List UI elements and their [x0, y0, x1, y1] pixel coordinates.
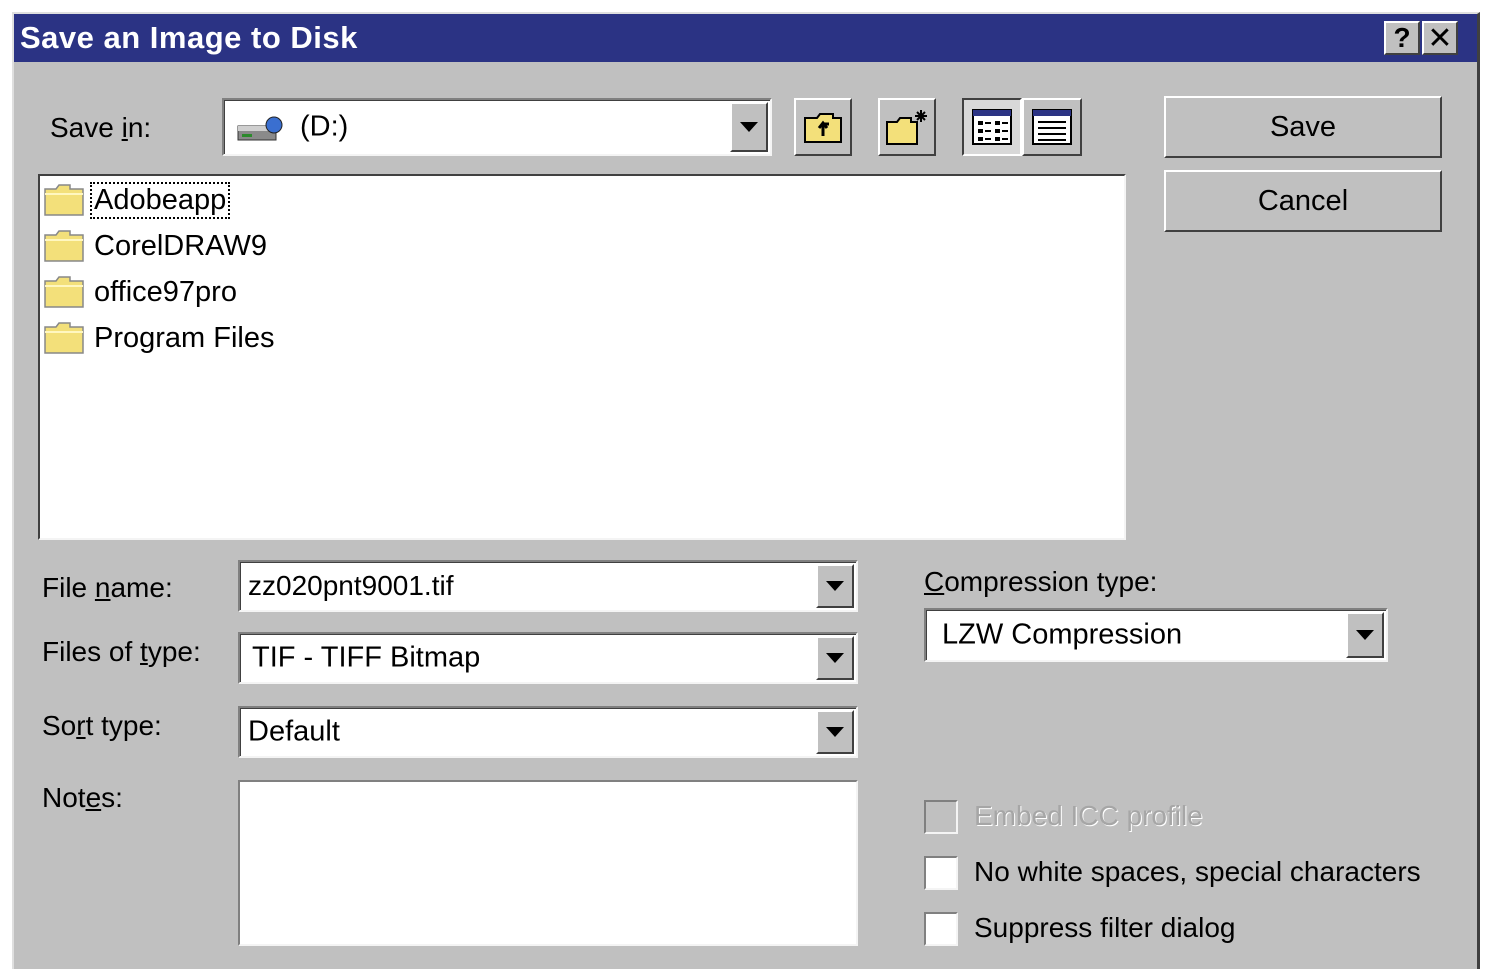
embed-icc-profile-checkbox[interactable]: [924, 800, 958, 834]
list-item[interactable]: office97pro: [44, 272, 239, 312]
list-item[interactable]: Program Files: [44, 318, 277, 358]
sort-type-value: Default: [248, 715, 340, 748]
list-item[interactable]: Adobeapp: [44, 180, 231, 220]
compression-type-label: Compression type:: [924, 566, 1158, 597]
compression-type-combo[interactable]: LZW Compression: [924, 608, 1388, 662]
compression-type-value: LZW Compression: [942, 618, 1183, 651]
folder-name: Program Files: [94, 321, 275, 354]
folder-name: office97pro: [94, 275, 237, 308]
file-name-input[interactable]: zz020pnt9001.tif: [248, 570, 454, 602]
sort-type-label: Sort type:: [42, 710, 162, 741]
folder-icon: [44, 322, 84, 354]
close-button[interactable]: ✕: [1422, 21, 1458, 55]
cancel-button[interactable]: Cancel: [1164, 170, 1442, 232]
details-view-icon: [1032, 109, 1072, 145]
details-view-button[interactable]: [1022, 98, 1082, 156]
file-list[interactable]: Adobeapp CorelDRAW9 office97pro Program …: [38, 174, 1126, 540]
chevron-down-icon: [826, 581, 844, 591]
chevron-down-icon: [826, 727, 844, 737]
file-name-dropdown-button[interactable]: [816, 564, 854, 608]
save-in-label: Save in:: [50, 112, 152, 143]
save-in-value: (D:): [300, 110, 349, 143]
notes-label: Notes:: [42, 782, 123, 813]
file-name-combo[interactable]: zz020pnt9001.tif: [238, 560, 858, 612]
list-view-button[interactable]: [962, 98, 1022, 156]
folder-name: CorelDRAW9: [94, 229, 267, 262]
chevron-down-icon: [826, 653, 844, 663]
folder-icon: [44, 184, 84, 216]
new-folder-icon: [886, 110, 927, 145]
embed-icc-profile-label: Embed ICC profile: [974, 800, 1203, 831]
sort-type-combo[interactable]: Default: [238, 706, 858, 758]
title-bar[interactable]: Save an Image to Disk ? ✕: [14, 14, 1477, 62]
no-white-spaces-checkbox[interactable]: [924, 856, 958, 890]
drive-icon: [236, 116, 284, 149]
chevron-down-icon: [1356, 630, 1374, 640]
compression-dropdown-button[interactable]: [1346, 612, 1384, 658]
no-white-spaces-label: No white spaces, special characters: [974, 856, 1421, 887]
up-one-level-button[interactable]: [794, 98, 852, 156]
help-icon: ?: [1393, 22, 1411, 53]
files-of-type-dropdown-button[interactable]: [816, 636, 854, 680]
list-item[interactable]: CorelDRAW9: [44, 226, 269, 266]
suppress-filter-dialog-label: Suppress filter dialog: [974, 912, 1236, 943]
folder-icon: [44, 230, 84, 262]
save-in-dropdown-button[interactable]: [730, 102, 768, 152]
folder-name: Adobeapp: [89, 181, 231, 219]
folder-icon: [44, 276, 84, 308]
chevron-down-icon: [740, 122, 758, 132]
notes-textarea[interactable]: [238, 780, 858, 946]
save-button[interactable]: Save: [1164, 96, 1442, 158]
file-name-label: File name:: [42, 572, 173, 603]
list-view-icon: [972, 109, 1012, 145]
files-of-type-combo[interactable]: TIF - TIFF Bitmap: [238, 632, 858, 684]
close-icon: ✕: [1427, 21, 1453, 55]
files-of-type-value: TIF - TIFF Bitmap: [252, 641, 481, 674]
files-of-type-label: Files of type:: [42, 636, 201, 667]
save-image-dialog: Save an Image to Disk ? ✕ Save in: (D:): [12, 12, 1480, 969]
new-folder-button[interactable]: [878, 98, 936, 156]
dialog-title: Save an Image to Disk: [20, 20, 358, 55]
sort-type-dropdown-button[interactable]: [816, 710, 854, 754]
save-in-combo[interactable]: (D:): [222, 98, 772, 156]
suppress-filter-dialog-checkbox[interactable]: [924, 912, 958, 946]
help-button[interactable]: ?: [1384, 21, 1420, 55]
up-one-level-icon: [804, 113, 842, 143]
